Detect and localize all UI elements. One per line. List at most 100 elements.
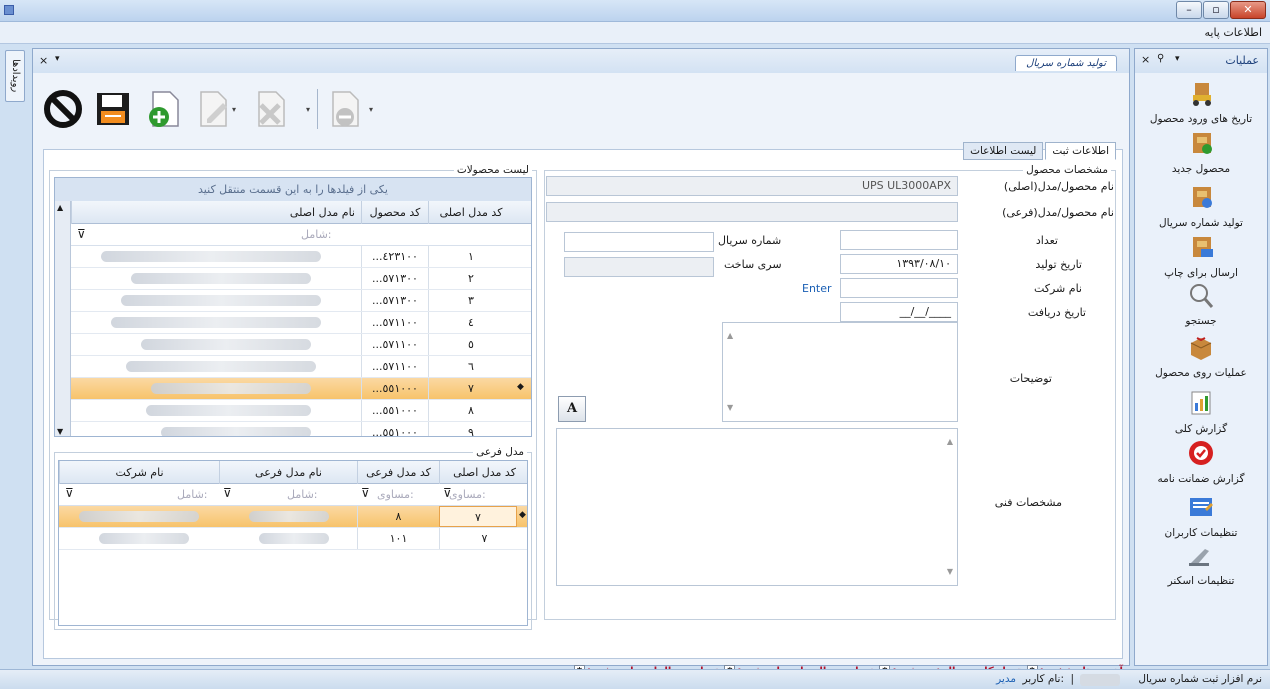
series-field[interactable] [564, 257, 714, 277]
close-button[interactable]: ✕ [1230, 1, 1266, 19]
description-textarea[interactable]: ▲ ▼ [722, 322, 958, 422]
remove-dropdown-icon[interactable]: ▾ [369, 105, 373, 114]
serial-field[interactable] [564, 232, 714, 252]
events-side-tab[interactable]: رویدادها [5, 50, 25, 102]
font-button[interactable]: A [558, 396, 586, 422]
edit-document-icon[interactable] [193, 89, 233, 129]
tab-info-list[interactable]: لیست اطلاعات [963, 142, 1044, 160]
table-row[interactable]: ...٤٢٣١٠٠ ١ [71, 246, 531, 268]
col-sub-name[interactable]: نام مدل فرعی [219, 461, 357, 484]
print-product-icon [1193, 237, 1213, 257]
maximize-button[interactable]: ▫ [1203, 1, 1229, 19]
table-row-selected[interactable]: ...٥٥١٠٠٠ ٧ ◆ [71, 378, 531, 400]
tab-register-info[interactable]: اطلاعات ثبت [1045, 142, 1116, 160]
serial-generation-label: تولید شماره سریال [1159, 217, 1243, 229]
sub-filter-row[interactable]: مساوی: ⊽ مساوی: ⊽ شامل: ⊽ شامل: ⊽ [59, 484, 527, 506]
scroll-down-icon[interactable]: ▼ [727, 399, 733, 417]
delete-dropdown-icon[interactable]: ▾ [306, 105, 310, 114]
blurred-name [121, 295, 321, 306]
receive-date-field[interactable]: __/__/____ [840, 302, 958, 322]
status-divider: | [1070, 673, 1074, 685]
new-product-item[interactable]: محصول جدید [1135, 129, 1267, 175]
company-field[interactable] [840, 278, 958, 298]
general-report-label: گزارش کلی [1174, 423, 1228, 435]
blurred-name [151, 383, 311, 394]
tab-serial-generation[interactable]: تولید شماره سریال [1015, 55, 1117, 71]
scroll-up-icon[interactable]: ▲ [727, 327, 733, 345]
filter-icon[interactable]: ⊽ [65, 486, 74, 500]
app-icon[interactable] [4, 5, 14, 15]
toolbar-separator [317, 89, 318, 129]
tech-spec-label: مشخصات فنی [994, 496, 1062, 509]
table-row[interactable]: ...٥٥١٠٠٠ ٨ [71, 400, 531, 422]
main-model-field[interactable]: UPS UL3000APX [546, 176, 958, 196]
user-settings-item[interactable]: تنظیمات کاربران [1135, 493, 1267, 539]
add-document-icon[interactable] [145, 89, 185, 129]
products-grid[interactable]: یکی از فیلدها را به این قسمت منتقل کنید … [54, 177, 532, 437]
scroll-up-icon[interactable]: ▲ [57, 203, 63, 212]
close-document-icon[interactable]: × [39, 54, 48, 67]
table-row[interactable]: ...٥٧١١٠٠ ٦ [71, 356, 531, 378]
tech-spec-textarea[interactable]: ▲ ▼ [556, 428, 958, 586]
spec-group-title: مشخصات محصول [1023, 164, 1111, 176]
table-row-selected[interactable]: ٨ ٧ ◆ [59, 506, 527, 528]
products-vscroll[interactable]: ▲ ▼ [55, 201, 71, 436]
general-report-item[interactable]: گزارش کلی [1135, 389, 1267, 435]
sub-main-code-cell[interactable]: ٧ [439, 506, 517, 527]
col-main-code[interactable]: کد مدل اصلی [428, 201, 513, 224]
minimize-button[interactable]: – [1176, 1, 1202, 19]
table-row[interactable]: ...٥٥١٠٠٠ ٩ [71, 422, 531, 436]
table-row[interactable]: ١٠١ ٧ [59, 528, 527, 550]
scroll-down-icon[interactable]: ▼ [947, 563, 953, 581]
warranty-report-item[interactable]: گزارش ضمانت نامه [1135, 439, 1267, 485]
delete-document-icon[interactable] [251, 89, 291, 129]
pin-icon[interactable]: ⚲ [1157, 53, 1164, 64]
sub-model-field[interactable] [546, 202, 958, 222]
products-filter-row[interactable]: ⊽ شامل: [71, 224, 531, 246]
scroll-down-icon[interactable]: ▼ [57, 427, 63, 436]
document-dropdown-icon[interactable]: ▾ [55, 54, 60, 64]
status-app-name: نرم افزار ثبت شماره سریال [1138, 673, 1262, 685]
save-icon[interactable] [93, 89, 133, 129]
cancel-icon[interactable] [43, 89, 83, 129]
count-label: تعداد [1035, 234, 1058, 247]
col-company-name[interactable]: نام شرکت [59, 461, 219, 484]
table-row[interactable]: ...٥٧١١٠٠ ٤ [71, 312, 531, 334]
blurred-name [141, 339, 311, 350]
table-row[interactable]: ...٥٧١٣٠٠ ٣ [71, 290, 531, 312]
filter-icon[interactable]: ⊽ [361, 486, 370, 500]
group-panel-hint[interactable]: یکی از فیلدها را به این قسمت منتقل کنید [55, 178, 531, 201]
edit-dropdown-icon[interactable]: ▾ [232, 105, 236, 114]
scroll-up-icon[interactable]: ▲ [947, 433, 953, 451]
products-header: کد مدل اصلی کد محصول نام مدل اصلی [71, 201, 531, 224]
count-field[interactable] [840, 230, 958, 250]
prod-date-field[interactable]: ١٣٩٣/٠٨/١٠ [840, 254, 958, 274]
sub-model-grid[interactable]: کد مدل اصلی کد مدل فرعی نام مدل فرعی نام… [58, 460, 528, 626]
send-to-print-item[interactable]: ارسال برای چاپ [1135, 233, 1267, 279]
remove-document-icon[interactable] [325, 89, 365, 129]
table-row[interactable]: ...٥٧١٣٠٠ ٢ [71, 268, 531, 290]
menu-base-info[interactable]: اطلاعات پایه [1204, 26, 1262, 39]
panel-dropdown-icon[interactable]: ▾ [1175, 54, 1180, 64]
col-sub-main-code[interactable]: کد مدل اصلی [439, 461, 527, 484]
search-item[interactable]: جستجو [1135, 281, 1267, 327]
product-code-cell: ...٥٧١٣٠٠ [361, 290, 428, 311]
main-code-cell: ٧ [428, 378, 513, 399]
serial-generation-item[interactable]: تولید شماره سریال [1135, 183, 1267, 229]
main-code-cell: ٦ [428, 356, 513, 377]
filter-icon[interactable]: ⊽ [223, 486, 232, 500]
company-label: نام شرکت [1033, 282, 1082, 295]
col-sub-code[interactable]: کد مدل فرعی [357, 461, 439, 484]
panel-close-icon[interactable]: × [1141, 53, 1150, 66]
entry-dates-item[interactable]: تاریخ های ورود محصول [1135, 79, 1267, 125]
scanner-settings-item[interactable]: تنظیمات اسکنر [1135, 541, 1267, 587]
warranty-report-label: گزارش ضمانت نامه [1157, 473, 1245, 485]
enter-link[interactable]: Enter [802, 282, 832, 295]
col-main-name[interactable]: نام مدل اصلی [71, 201, 361, 224]
filter-icon[interactable]: ⊽ [77, 227, 86, 241]
filter-equals-label: مساوی: [377, 488, 414, 501]
col-product-code[interactable]: کد محصول [361, 201, 428, 224]
table-row[interactable]: ...٥٧١١٠٠ ٥ [71, 334, 531, 356]
product-operations-item[interactable]: عملیات روی محصول [1135, 333, 1267, 379]
filter-icon[interactable]: ⊽ [443, 486, 452, 500]
